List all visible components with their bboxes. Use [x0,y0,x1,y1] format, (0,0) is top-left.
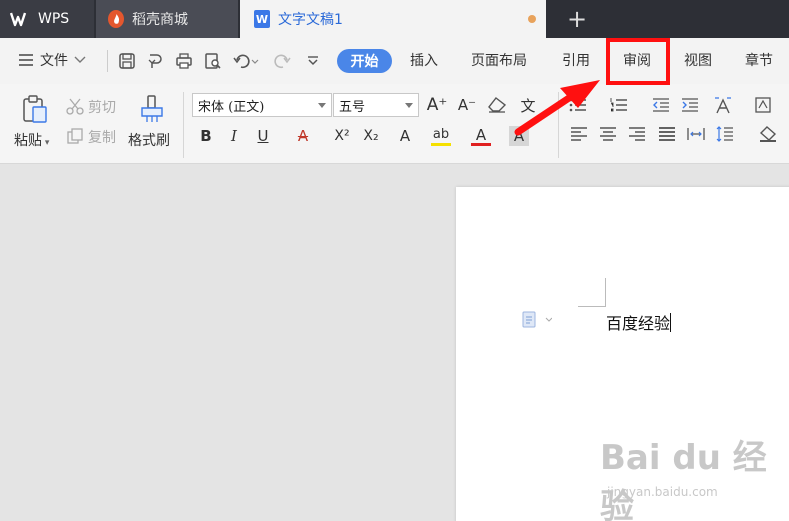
baidu-watermark-url: jingyan.baidu.com [607,485,718,499]
baidu-watermark: Bai du 经验 [600,438,767,521]
paragraph-layout-icon[interactable] [522,311,553,329]
margin-corner-mark [578,306,606,307]
text-cursor [670,313,672,332]
document-body-text[interactable]: 百度经验 [606,310,672,334]
margin-corner-mark [605,278,606,306]
document-text-content: 百度经验 [606,314,671,333]
